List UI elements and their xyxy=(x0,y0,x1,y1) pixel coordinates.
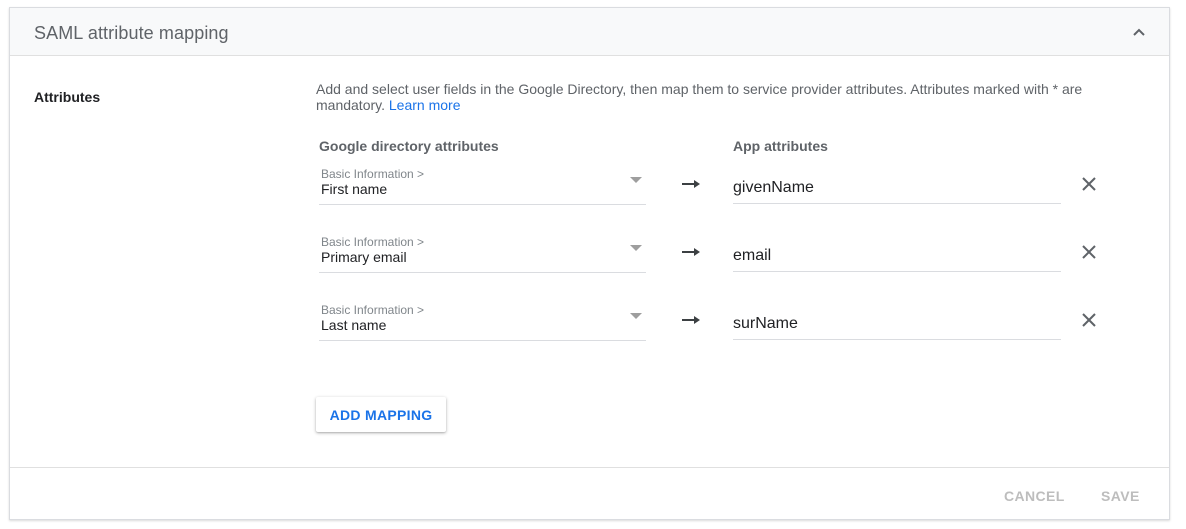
learn-more-link[interactable]: Learn more xyxy=(389,97,461,113)
attribute-field: First name xyxy=(321,181,388,197)
saml-attribute-mapping-panel: SAML attribute mapping Attributes Add an… xyxy=(9,7,1170,520)
caret-down-icon xyxy=(630,245,642,251)
section-label: Attributes xyxy=(34,89,101,105)
arrow-right-icon xyxy=(681,313,701,327)
mapping-row: Basic Information > First name xyxy=(10,164,1169,216)
app-attribute-input[interactable] xyxy=(733,240,1061,272)
caret-down-icon xyxy=(630,313,642,319)
cancel-button[interactable]: CANCEL xyxy=(1004,488,1065,504)
app-attribute-input[interactable] xyxy=(733,308,1061,340)
directory-attribute-select[interactable]: Basic Information > Last name xyxy=(319,300,646,341)
directory-attribute-select[interactable]: Basic Information > First name xyxy=(319,164,646,205)
column-header-app: App attributes xyxy=(733,138,828,154)
close-icon[interactable] xyxy=(1081,176,1097,192)
save-button[interactable]: SAVE xyxy=(1101,488,1140,504)
column-header-directory: Google directory attributes xyxy=(319,138,499,154)
panel-header[interactable]: SAML attribute mapping xyxy=(10,8,1169,56)
attribute-category: Basic Information > xyxy=(321,167,425,181)
arrow-right-icon xyxy=(681,245,701,259)
chevron-up-icon[interactable] xyxy=(1129,22,1149,42)
directory-attribute-select[interactable]: Basic Information > Primary email xyxy=(319,232,646,273)
arrow-right-icon xyxy=(681,177,701,191)
panel-footer: CANCEL SAVE xyxy=(10,467,1169,519)
add-mapping-button[interactable]: ADD MAPPING xyxy=(316,397,446,432)
panel-title: SAML attribute mapping xyxy=(34,23,229,43)
attribute-category: Basic Information > xyxy=(321,235,425,249)
close-icon[interactable] xyxy=(1081,244,1097,260)
caret-down-icon xyxy=(630,177,642,183)
app-attribute-input[interactable] xyxy=(733,172,1061,204)
close-icon[interactable] xyxy=(1081,312,1097,328)
attribute-field: Last name xyxy=(321,317,387,333)
mapping-row: Basic Information > Last name xyxy=(10,300,1169,352)
section-description: Add and select user fields in the Google… xyxy=(316,81,1116,113)
attribute-field: Primary email xyxy=(321,249,407,265)
attribute-category: Basic Information > xyxy=(321,303,425,317)
mapping-row: Basic Information > Primary email xyxy=(10,232,1169,284)
